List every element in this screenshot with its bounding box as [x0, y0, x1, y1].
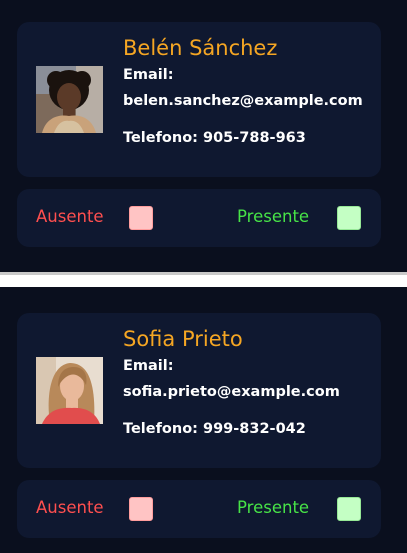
profile-card: Sofia Prieto Email: sofia.prieto@example…: [17, 313, 381, 468]
attendance-controls: Ausente Presente: [17, 480, 381, 538]
phone-number: Telefono: 905-788-963: [123, 130, 306, 146]
present-label: Presente: [237, 498, 310, 517]
email-label: Email:: [123, 67, 174, 83]
student-name: Sofia Prieto: [123, 327, 243, 351]
section-divider: [0, 272, 407, 287]
phone-number: Telefono: 999-832-042: [123, 421, 306, 437]
email-value: belen.sanchez@example.com: [123, 93, 363, 109]
student-record-2: Sofia Prieto Email: sofia.prieto@example…: [0, 287, 407, 553]
present-checkbox[interactable]: [337, 206, 361, 230]
absent-label: Ausente: [36, 498, 104, 517]
profile-card: Belén Sánchez Email: belen.sanchez@examp…: [17, 22, 381, 177]
student-record-1: Belén Sánchez Email: belen.sanchez@examp…: [0, 0, 407, 272]
absent-checkbox[interactable]: [129, 206, 153, 230]
email-label: Email:: [123, 358, 174, 374]
attendance-controls: Ausente Presente: [17, 189, 381, 247]
email-value: sofia.prieto@example.com: [123, 384, 340, 400]
profile-photo: [36, 66, 103, 133]
profile-photo: [36, 357, 103, 424]
present-checkbox[interactable]: [337, 497, 361, 521]
absent-label: Ausente: [36, 207, 104, 226]
present-label: Presente: [237, 207, 310, 226]
student-name: Belén Sánchez: [123, 36, 278, 60]
attendance-page: Belén Sánchez Email: belen.sanchez@examp…: [0, 0, 407, 553]
absent-checkbox[interactable]: [129, 497, 153, 521]
